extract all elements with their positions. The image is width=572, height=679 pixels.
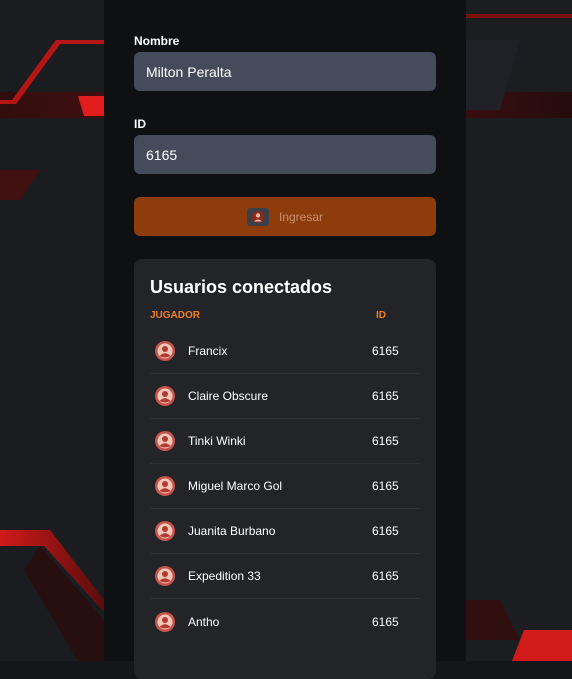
avatar-icon bbox=[155, 431, 175, 451]
user-id: 6165 bbox=[372, 344, 399, 358]
user-id: 6165 bbox=[372, 614, 399, 629]
user-id: 6165 bbox=[372, 434, 399, 448]
name-label: Nombre bbox=[134, 34, 180, 48]
list-item: Francix 6165 bbox=[150, 329, 420, 374]
list-item: Tinki Winki 6165 bbox=[150, 419, 420, 464]
list-item: Expedition 33 6165 bbox=[150, 554, 420, 599]
users-title: Usuarios conectados bbox=[150, 277, 333, 297]
list-item: Juanita Burbano 6165 bbox=[150, 509, 420, 554]
name-input[interactable] bbox=[134, 52, 436, 91]
user-name: Expedition 33 bbox=[188, 569, 261, 583]
submit-button-label: Ingresar bbox=[278, 209, 324, 224]
user-id: 6165 bbox=[372, 389, 399, 403]
user-id: 6165 bbox=[372, 479, 399, 493]
submit-button[interactable]: Ingresar bbox=[134, 197, 436, 236]
avatar-icon bbox=[155, 521, 175, 541]
avatar-icon bbox=[155, 611, 175, 632]
avatar-icon bbox=[155, 386, 175, 406]
avatar-icon bbox=[155, 341, 175, 361]
user-name: Claire Obscure bbox=[188, 389, 269, 403]
list-item: Claire Obscure 6165 bbox=[150, 374, 420, 419]
list-item: Miguel Marco Gol 6165 bbox=[150, 464, 420, 509]
column-header-id: ID bbox=[376, 310, 386, 321]
user-name: Francix bbox=[188, 344, 228, 358]
user-name: Antho bbox=[188, 614, 220, 629]
user-id: 6165 bbox=[372, 569, 399, 583]
users-table-header: JUGADOR ID bbox=[150, 310, 420, 321]
id-input[interactable] bbox=[134, 135, 436, 174]
avatar-icon bbox=[155, 476, 175, 496]
user-name: Tinki Winki bbox=[188, 434, 246, 448]
login-panel: Nombre ID Ingresar Usuarios conectados J… bbox=[104, 0, 466, 679]
column-header-player: JUGADOR bbox=[150, 310, 201, 321]
users-list: Francix 6165 Claire Obscure 6165 Tinki Winki… bbox=[150, 329, 420, 644]
user-id: 6165 bbox=[372, 524, 399, 538]
id-label: ID bbox=[134, 117, 146, 131]
connected-users-card: Usuarios conectados JUGADOR ID Francix 61… bbox=[134, 259, 436, 679]
user-circle-icon bbox=[246, 207, 269, 226]
user-name: Miguel Marco Gol bbox=[188, 479, 283, 493]
user-name: Juanita Burbano bbox=[188, 524, 276, 538]
list-item: Antho 6165 bbox=[150, 599, 420, 644]
avatar-icon bbox=[155, 566, 175, 586]
